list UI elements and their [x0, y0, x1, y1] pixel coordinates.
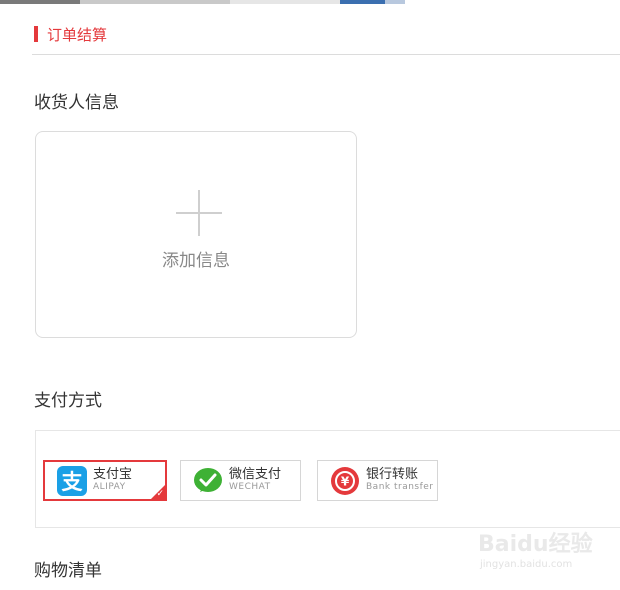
cart-section-title: 购物清单 [34, 561, 102, 581]
svg-text:支: 支 [62, 470, 84, 494]
watermark-main-text: Baidu经验 [478, 532, 593, 557]
page-header: 订单结算 [34, 24, 107, 44]
bank-transfer-icon: ¥ [331, 466, 359, 495]
watermark-sub-text: jingyan.baidu.com [480, 559, 573, 570]
top-image-strip [0, 0, 620, 4]
plus-icon [176, 190, 222, 236]
wechat-name: 微信支付 [229, 467, 282, 483]
svg-text:¥: ¥ [341, 474, 350, 488]
page-title: 订单结算 [47, 25, 108, 44]
add-address-label: 添加信息 [162, 251, 230, 271]
payment-options-panel: 支 支付宝 ALIPAY ✓ 微信支付 WECHAT ¥ 银行转账 Bank t… [35, 430, 620, 528]
header-accent-bar [34, 26, 38, 42]
bank-transfer-name: 银行转账 [366, 467, 419, 483]
bank-transfer-sub: Bank transfer [366, 481, 434, 492]
alipay-icon: 支 [57, 465, 87, 496]
baidu-watermark: Baidu经验 jingyan.baidu.com [478, 526, 608, 576]
payment-option-bank-transfer[interactable]: ¥ 银行转账 Bank transfer [317, 460, 438, 501]
payment-option-alipay[interactable]: 支 支付宝 ALIPAY ✓ [43, 460, 167, 501]
header-divider [32, 54, 620, 55]
payment-section-title: 支付方式 [34, 391, 102, 411]
receiver-section-title: 收货人信息 [34, 93, 119, 113]
add-address-card[interactable]: 添加信息 [35, 131, 357, 338]
payment-option-wechat[interactable]: 微信支付 WECHAT [180, 460, 301, 501]
wechat-sub: WECHAT [229, 481, 271, 492]
alipay-name: 支付宝 [93, 467, 133, 483]
check-icon: ✓ [156, 489, 164, 499]
alipay-sub: ALIPAY [93, 481, 126, 492]
wechat-icon [194, 467, 222, 492]
